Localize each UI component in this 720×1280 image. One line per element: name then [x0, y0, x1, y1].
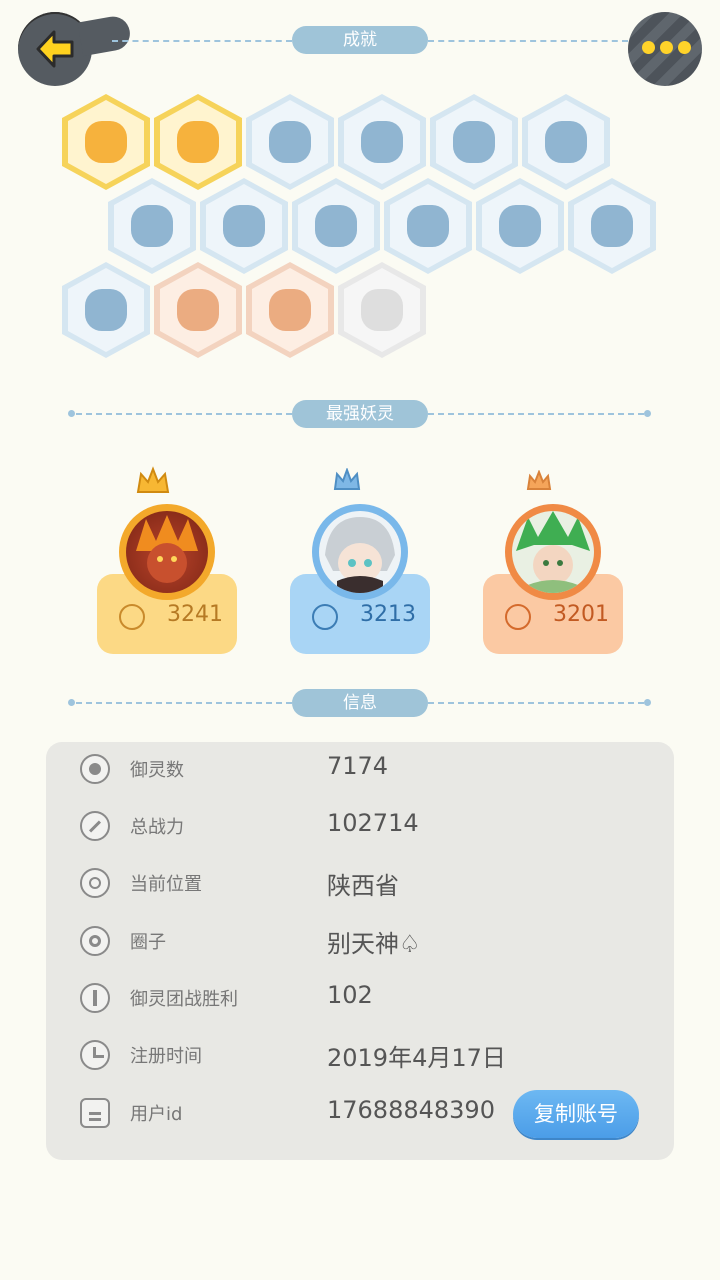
power-value: 3241 — [167, 602, 223, 627]
info-label: 用户id — [130, 1104, 183, 1125]
divider-line — [112, 40, 292, 42]
achievement-badge[interactable] — [522, 94, 610, 190]
info-row-location: 当前位置 陕西省 — [46, 856, 674, 914]
cat-lollipop-icon — [269, 289, 311, 331]
section-title-achievements: 成就 — [292, 26, 428, 54]
divider-dot — [644, 699, 651, 706]
info-label: 总战力 — [130, 817, 184, 838]
id-card-icon — [80, 1098, 110, 1128]
section-title-strongest: 最强妖灵 — [292, 400, 428, 428]
yin-yang-swirl-icon — [177, 289, 219, 331]
fox-face-icon — [85, 121, 127, 163]
tower-icon — [80, 983, 110, 1013]
info-row-total-power: 总战力 102714 — [46, 799, 674, 857]
info-value: 102714 — [327, 809, 419, 837]
top-spirit-2[interactable]: 3213 — [290, 466, 430, 656]
more-menu-button[interactable] — [628, 12, 702, 86]
achievement-badge[interactable] — [200, 178, 288, 274]
sword-icon — [80, 811, 110, 841]
info-value: 陕西省 — [327, 872, 399, 900]
sword-icon — [119, 604, 145, 630]
info-label: 当前位置 — [130, 874, 202, 895]
copy-account-button[interactable]: 复制账号 — [513, 1090, 639, 1138]
moon-eclipse-icon — [453, 121, 495, 163]
crystal-egg-icon — [545, 121, 587, 163]
achievement-badge[interactable] — [154, 262, 242, 358]
avatar — [312, 504, 408, 600]
info-label: 圈子 — [130, 932, 166, 953]
top-spirit-3[interactable]: 3201 — [483, 466, 623, 656]
achievement-badge[interactable] — [338, 94, 426, 190]
achievement-badge[interactable] — [430, 94, 518, 190]
divider-line — [428, 413, 644, 415]
divider-line — [76, 413, 292, 415]
cat-statue-icon — [591, 205, 633, 247]
info-value: 别天神♤ — [327, 930, 421, 958]
achievement-badge[interactable] — [384, 178, 472, 274]
info-row-spirit-count: 御灵数 7174 — [46, 742, 674, 800]
info-value: 102 — [327, 981, 373, 1009]
info-label: 注册时间 — [130, 1046, 202, 1067]
divider-line — [76, 702, 292, 704]
leaf-hair-boy-icon — [516, 511, 590, 593]
info-row-register-time: 注册时间 2019年4月17日 — [46, 1028, 674, 1086]
silver-hair-girl-icon — [325, 517, 395, 593]
achievement-badge[interactable] — [154, 94, 242, 190]
more-dots-icon — [642, 41, 691, 54]
crown-icon — [526, 470, 552, 490]
divider-line — [428, 40, 628, 42]
achievement-badge[interactable] — [246, 94, 334, 190]
info-row-team-wins: 御灵团战胜利 102 — [46, 971, 674, 1029]
golden-orb-icon — [177, 121, 219, 163]
power-value: 3201 — [553, 602, 609, 627]
fox-book-icon — [85, 289, 127, 331]
divider-dot — [644, 410, 651, 417]
cat-cart-icon — [223, 205, 265, 247]
crown-icon — [136, 466, 170, 493]
avatar — [119, 504, 215, 600]
clock-icon — [80, 1040, 110, 1070]
magic-mirror-icon — [361, 121, 403, 163]
info-value: 7174 — [327, 752, 389, 780]
info-label: 御灵数 — [130, 760, 184, 781]
divider-dot — [68, 410, 75, 417]
achievement-badge[interactable] — [62, 94, 150, 190]
info-value: 2019年4月17日 — [327, 1044, 506, 1072]
fire-demon-icon — [136, 515, 198, 583]
ghost-figure-icon — [361, 289, 403, 331]
divider-dot — [68, 699, 75, 706]
horned-statue-icon — [499, 205, 541, 247]
sword-icon — [505, 604, 531, 630]
circle-target-icon — [80, 926, 110, 956]
achievement-badge[interactable] — [338, 262, 426, 358]
banner-icon — [407, 205, 449, 247]
achievement-badge[interactable] — [108, 178, 196, 274]
achievement-badge[interactable] — [476, 178, 564, 274]
info-label: 御灵团战胜利 — [130, 989, 238, 1010]
shoe-icon — [269, 121, 311, 163]
section-title-info: 信息 — [292, 689, 428, 717]
top-spirit-1[interactable]: 3241 — [97, 466, 237, 656]
location-pin-icon — [80, 868, 110, 898]
achievement-badge[interactable] — [62, 262, 150, 358]
back-arrow-icon — [36, 30, 74, 68]
achievement-badge[interactable] — [246, 262, 334, 358]
back-button[interactable] — [18, 12, 92, 86]
spirit-count-icon — [80, 754, 110, 784]
sword-icon — [312, 604, 338, 630]
power-value: 3213 — [360, 602, 416, 627]
crown-icon — [333, 468, 361, 490]
achievement-badge[interactable] — [568, 178, 656, 274]
avatar — [505, 504, 601, 600]
spirit-statue-icon — [131, 205, 173, 247]
yin-yang-box-icon — [315, 205, 357, 247]
info-value: 17688848390 — [327, 1096, 495, 1124]
info-row-circle: 圈子 别天神♤ — [46, 914, 674, 972]
achievement-badge[interactable] — [292, 178, 380, 274]
divider-line — [428, 702, 644, 704]
info-panel: 御灵数 7174 总战力 102714 当前位置 陕西省 圈子 别天神♤ 御灵团… — [46, 742, 674, 1160]
